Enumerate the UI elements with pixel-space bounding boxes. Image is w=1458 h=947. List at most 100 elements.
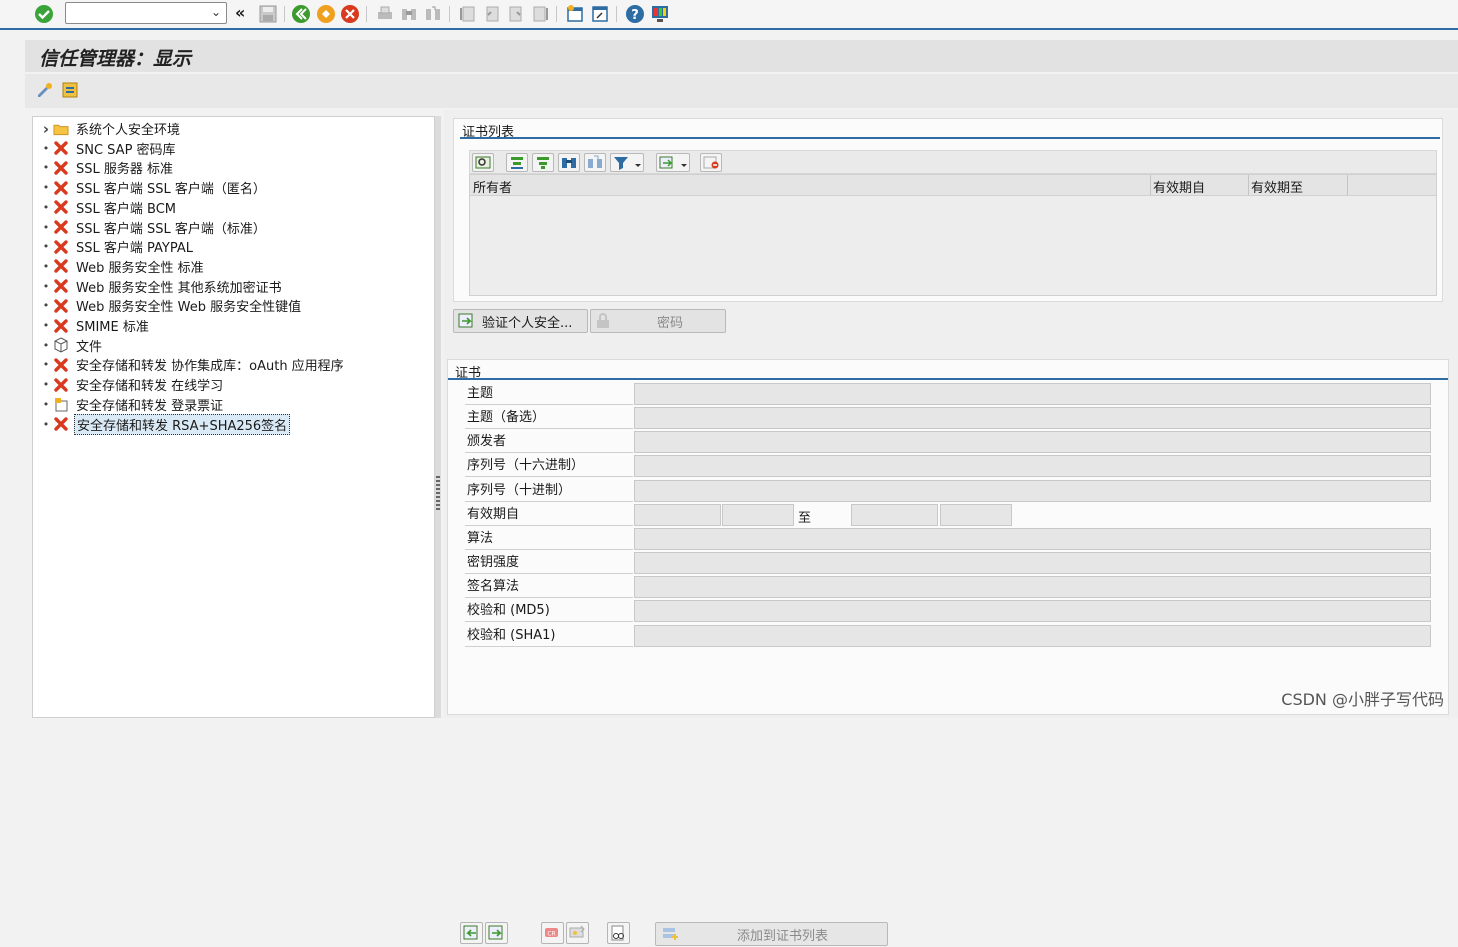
chevron-down-icon[interactable]: ⌄ — [211, 5, 221, 19]
tree-item-label: SSL 客户端 PAYPAL — [74, 237, 195, 256]
sort-descending-icon[interactable] — [532, 153, 554, 172]
tree-item[interactable]: • SSL 客户端 SSL 客户端（标准） — [39, 218, 268, 237]
tree-item[interactable]: •SSL 服务器 标准 — [39, 158, 175, 177]
toolbar-separator — [449, 6, 450, 22]
field-label: 主题（备选） — [465, 407, 633, 429]
tree-item-label: 安全存储和转发 RSA+SHA256签名 — [74, 414, 290, 435]
tree-item-label: SSL 客户端 SSL 客户端（标准） — [74, 218, 268, 237]
tree-item[interactable]: •SSL 客户端 SSL 客户端（匿名） — [39, 178, 268, 197]
system-toolbar: ⌄ « ? — [0, 0, 1458, 30]
details-icon[interactable] — [472, 153, 494, 172]
sort-ascending-icon[interactable] — [506, 153, 528, 172]
last-page-icon[interactable] — [530, 4, 550, 24]
toolbar-separator — [616, 6, 617, 22]
find-next-icon[interactable] — [584, 153, 606, 172]
export-icon[interactable] — [656, 153, 690, 172]
cert-response-icon[interactable] — [566, 922, 589, 944]
tree-item[interactable]: • SNC SAP 密码库 — [39, 139, 178, 158]
column-header-valid-from[interactable]: 有效期自 — [1153, 177, 1205, 196]
valid-from-field — [634, 504, 721, 526]
field-label: 密钥强度 — [465, 552, 633, 574]
cube-icon — [53, 337, 69, 353]
error-x-icon — [53, 239, 69, 255]
filter-icon[interactable] — [610, 153, 644, 172]
display-change-icon[interactable] — [35, 80, 55, 100]
next-page-icon[interactable] — [506, 4, 526, 24]
tree-item[interactable]: • 安全存储和转发 RSA+SHA256签名 — [39, 415, 290, 434]
shortcut-icon[interactable] — [590, 4, 610, 24]
print-icon[interactable] — [375, 4, 395, 24]
error-x-icon — [53, 298, 69, 314]
tree-item[interactable]: •安全存储和转发 在线学习 — [39, 375, 225, 394]
add-to-cert-list-label: 添加到证书列表 — [737, 925, 828, 944]
tree-item[interactable]: •安全存储和转发 协作集成库：oAuth 应用程序 — [39, 355, 346, 374]
field-value — [634, 431, 1431, 453]
display-cert-icon[interactable] — [607, 922, 630, 944]
create-session-icon[interactable] — [565, 4, 585, 24]
first-page-icon[interactable] — [458, 4, 478, 24]
splitter-grip-icon[interactable] — [436, 476, 440, 510]
tree-item[interactable]: ›系统个人安全环境 — [39, 119, 182, 138]
add-list-icon — [660, 925, 680, 943]
enter-checkmark-icon[interactable] — [34, 4, 54, 24]
command-field[interactable]: ⌄ — [65, 2, 227, 24]
tree-bullet: • — [39, 181, 53, 194]
tree-bullet: • — [39, 358, 53, 371]
find-icon[interactable] — [558, 153, 580, 172]
find-next-icon[interactable] — [423, 4, 443, 24]
tree-item[interactable]: •SSL 客户端 PAYPAL — [39, 237, 195, 256]
column-divider — [1248, 175, 1249, 195]
tree-item-label: SNC SAP 密码库 — [74, 139, 178, 158]
export-icon[interactable] — [485, 922, 508, 944]
tree-item-label: Web 服务安全性 其他系统加密证书 — [74, 277, 284, 296]
password-button[interactable]: 密码 — [590, 309, 726, 333]
import-icon[interactable] — [460, 922, 483, 944]
verify-icon — [457, 312, 477, 330]
help-icon[interactable]: ? — [625, 4, 645, 24]
cert-list-toolbar — [469, 150, 1437, 174]
cancel-icon[interactable] — [340, 4, 360, 24]
tree-bullet: • — [39, 299, 53, 312]
group-divider — [448, 378, 1448, 380]
previous-page-icon[interactable] — [482, 4, 502, 24]
tree-item[interactable]: •Web 服务安全性 其他系统加密证书 — [39, 277, 284, 296]
tree-item[interactable]: •SMIME 标准 — [39, 316, 151, 335]
error-x-icon — [53, 199, 69, 215]
customize-layout-icon[interactable] — [650, 4, 670, 24]
cert-request-icon[interactable]: CR — [541, 922, 564, 944]
tree-bullet: • — [39, 221, 53, 234]
certificate-group: 证书 主题主题（备选）颁发者序列号（十六进制）序列号（十进制）有效期自至算法密钥… — [447, 359, 1449, 715]
tree-item[interactable]: •文件 — [39, 336, 104, 355]
tree-bullet: • — [39, 418, 53, 431]
valid-to-field — [851, 504, 938, 526]
exit-icon[interactable] — [316, 4, 336, 24]
tree-bullet: • — [39, 319, 53, 332]
tree-item[interactable]: •Web 服务安全性 标准 — [39, 257, 206, 276]
add-to-cert-list-button[interactable]: 添加到证书列表 — [655, 922, 888, 946]
toolbar-separator — [556, 6, 557, 22]
tree-bullet: • — [39, 142, 53, 155]
verify-pse-button[interactable]: 验证个人安全... — [453, 309, 588, 333]
svg-text:?: ? — [631, 8, 639, 23]
cert-list-table-body[interactable] — [469, 196, 1437, 296]
save-icon[interactable] — [258, 4, 278, 24]
tree-item-label: Web 服务安全性 标准 — [74, 257, 206, 276]
column-header-valid-to[interactable]: 有效期至 — [1251, 177, 1303, 196]
delete-row-icon[interactable] — [700, 153, 722, 172]
column-header-owner[interactable]: 所有者 — [473, 177, 512, 196]
error-x-icon — [53, 258, 69, 274]
tree-item[interactable]: • Web 服务安全性 Web 服务安全性键值 — [39, 296, 303, 315]
back-icon[interactable] — [291, 4, 311, 24]
find-icon[interactable] — [399, 4, 419, 24]
panel-splitter[interactable] — [435, 116, 441, 718]
tree-item[interactable]: •SSL 客户端 BCM — [39, 198, 178, 217]
other-object-icon[interactable] — [60, 80, 80, 100]
double-chevron-left-icon[interactable]: « — [235, 3, 255, 23]
tree-item-label: SSL 服务器 标准 — [74, 158, 175, 177]
field-label: 序列号（十进制） — [465, 480, 633, 502]
tree-item-label: Web 服务安全性 Web 服务安全性键值 — [74, 296, 303, 315]
expand-chevron-icon[interactable]: › — [39, 120, 53, 138]
field-label: 有效期自 — [465, 504, 633, 526]
error-x-icon — [53, 160, 69, 176]
tree-item[interactable]: •安全存储和转发 登录票证 — [39, 395, 225, 414]
